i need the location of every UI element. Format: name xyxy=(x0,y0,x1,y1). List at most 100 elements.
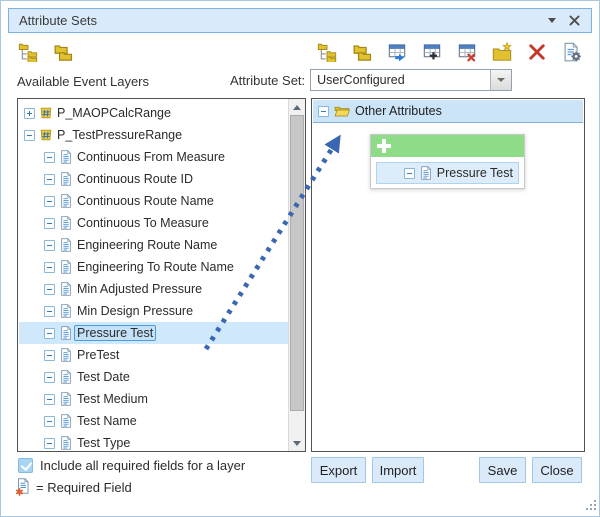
transfer-table-button[interactable] xyxy=(386,41,408,63)
tree-item[interactable]: PreTest xyxy=(19,344,288,366)
configure-page-button[interactable] xyxy=(561,41,583,63)
collapse-icon[interactable] xyxy=(44,262,55,273)
field-document-icon xyxy=(59,194,73,208)
expand-layers-button[interactable] xyxy=(17,41,39,63)
collapse-icon[interactable] xyxy=(44,152,55,163)
collapse-icon[interactable] xyxy=(44,350,55,361)
attribute-sets-dialog: Attribute Sets Available Event Layers At… xyxy=(0,0,600,517)
open-folder-icon xyxy=(334,103,350,119)
resize-grip[interactable] xyxy=(583,500,596,513)
tree-item[interactable]: Engineering To Route Name xyxy=(19,256,288,278)
remove-table-button[interactable] xyxy=(456,41,478,63)
attribute-set-combobox[interactable]: UserConfigured xyxy=(310,69,512,91)
field-document-icon xyxy=(59,414,73,428)
scroll-down-button[interactable] xyxy=(289,435,305,451)
tree-item-label: Test Date xyxy=(77,370,130,384)
attribute-group-label: Other Attributes xyxy=(355,104,442,118)
tree-item-label: Min Design Pressure xyxy=(77,304,193,318)
field-document-icon xyxy=(419,166,433,180)
export-button[interactable]: Export xyxy=(311,457,366,483)
attribute-group-row[interactable]: Other Attributes xyxy=(313,100,583,123)
delete-attribute-set-button[interactable] xyxy=(526,41,548,63)
plus-icon xyxy=(377,139,391,153)
collapse-icon[interactable] xyxy=(44,372,55,383)
collapse-icon[interactable] xyxy=(44,174,55,185)
field-document-icon xyxy=(59,436,73,450)
folder-badge-icon xyxy=(492,42,512,62)
tree-item-label: PreTest xyxy=(77,348,119,362)
tree-item[interactable]: Continuous Route ID xyxy=(19,168,288,190)
close-icon[interactable] xyxy=(568,14,581,27)
attribute-set-value: UserConfigured xyxy=(311,73,490,87)
required-field-icon xyxy=(15,478,31,496)
left-panel-scrollbar[interactable] xyxy=(288,99,305,451)
event-layer-icon xyxy=(39,128,53,142)
field-document-icon xyxy=(59,238,73,252)
tree-item[interactable]: Test Type xyxy=(19,432,288,452)
tree-item[interactable]: Engineering Route Name xyxy=(19,234,288,256)
collapse-icon[interactable] xyxy=(44,438,55,449)
combo-dropdown-button[interactable] xyxy=(490,70,511,90)
field-document-icon xyxy=(59,282,73,296)
save-button[interactable]: Save xyxy=(479,457,526,483)
field-document-icon xyxy=(59,348,73,362)
collapse-icon[interactable] xyxy=(44,196,55,207)
drag-preview-item: Pressure Test xyxy=(376,162,519,184)
chevron-down-icon xyxy=(497,78,505,82)
collapse-dialog-icon[interactable] xyxy=(548,18,556,23)
tree-item-label: Continuous Route Name xyxy=(77,194,214,208)
tree-item[interactable]: Test Name xyxy=(19,410,288,432)
collapse-icon[interactable] xyxy=(318,106,329,117)
tree-item-label: Continuous From Measure xyxy=(77,150,225,164)
include-required-fields-checkbox[interactable] xyxy=(18,458,33,473)
field-document-icon xyxy=(59,150,73,164)
expand-attributes-button[interactable] xyxy=(316,41,338,63)
collapse-icon[interactable] xyxy=(44,240,55,251)
collapse-icon[interactable] xyxy=(44,306,55,317)
expand-icon[interactable] xyxy=(24,108,35,119)
attribute-set-row: Attribute Set: UserConfigured xyxy=(230,69,512,91)
scrollbar-thumb[interactable] xyxy=(290,115,304,411)
checkbox-label: Include all required fields for a layer xyxy=(40,458,245,473)
field-document-icon xyxy=(59,172,73,186)
field-document-icon xyxy=(59,392,73,406)
toolbar-right-group xyxy=(316,41,583,63)
tree-item-label: Engineering To Route Name xyxy=(77,260,234,274)
tree-item-label: Test Type xyxy=(77,436,130,450)
tree-item[interactable]: P_MAOPCalcRange xyxy=(19,102,288,124)
new-attribute-set-button[interactable] xyxy=(491,41,513,63)
collapse-icon[interactable] xyxy=(44,218,55,229)
collapse-icon[interactable] xyxy=(44,416,55,427)
drag-preview-label: Pressure Test xyxy=(437,166,513,180)
tree-item[interactable]: Test Date xyxy=(19,366,288,388)
tree-item[interactable]: Test Medium xyxy=(19,388,288,410)
triangle-up-icon xyxy=(293,105,301,110)
open-layers-button[interactable] xyxy=(52,41,74,63)
tree-item-selected[interactable]: Pressure Test xyxy=(19,322,288,344)
add-table-button[interactable] xyxy=(421,41,443,63)
tree-item-label: P_TestPressureRange xyxy=(57,128,182,142)
tree-item-label: Continuous Route ID xyxy=(77,172,193,186)
tree-item[interactable]: Continuous To Measure xyxy=(19,212,288,234)
tree-folders-icon xyxy=(317,42,337,62)
tree-item-label: Test Name xyxy=(77,414,137,428)
tree-item[interactable]: Min Design Pressure xyxy=(19,300,288,322)
include-required-fields-row: Include all required fields for a layer xyxy=(18,458,245,473)
import-button[interactable]: Import xyxy=(372,457,424,483)
tree-item[interactable]: P_TestPressureRange xyxy=(19,124,288,146)
collapse-icon[interactable] xyxy=(44,394,55,405)
tree-folders-icon xyxy=(18,42,38,62)
titlebar[interactable]: Attribute Sets xyxy=(8,8,592,33)
dialog-title: Attribute Sets xyxy=(9,13,548,28)
close-button[interactable]: Close xyxy=(532,457,582,483)
tree-item[interactable]: Continuous From Measure xyxy=(19,146,288,168)
tree-item[interactable]: Continuous Route Name xyxy=(19,190,288,212)
open-attributes-button[interactable] xyxy=(351,41,373,63)
collapse-icon[interactable] xyxy=(44,284,55,295)
scroll-up-button[interactable] xyxy=(289,99,305,115)
field-document-icon xyxy=(59,326,73,340)
collapse-icon[interactable] xyxy=(44,328,55,339)
collapse-icon[interactable] xyxy=(24,130,35,141)
layers-tree: P_MAOPCalcRange P_TestPressureRange Cont… xyxy=(19,102,288,452)
tree-item[interactable]: Min Adjusted Pressure xyxy=(19,278,288,300)
